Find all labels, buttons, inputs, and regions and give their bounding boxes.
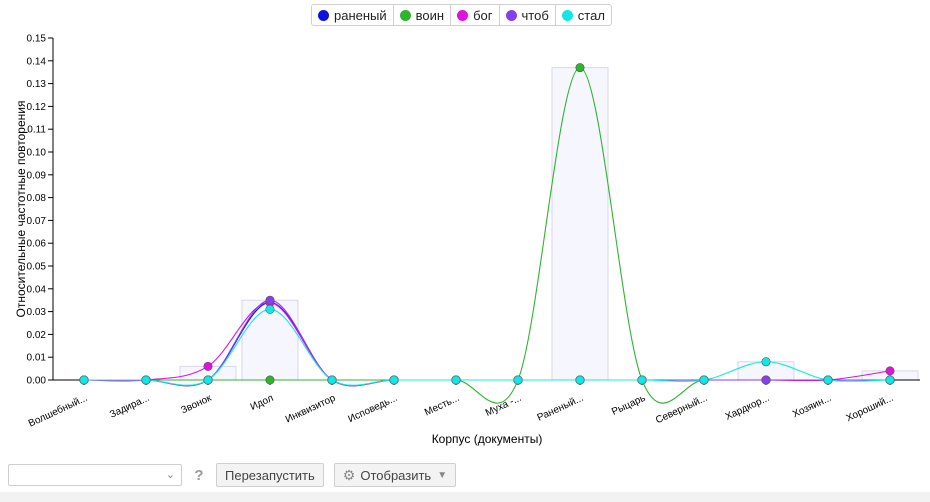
series-line [83,67,890,404]
category-bar [551,67,609,381]
y-tick-label: 0.06 [27,239,47,250]
x-axis-label: Корпус (документы) [432,432,543,446]
x-tick-label: Рыцарь [610,393,647,418]
y-tick-label: 0.12 [27,102,47,113]
data-point [451,375,461,385]
y-axis-label: Относительные частотные повторения [14,101,28,318]
data-point [761,375,771,385]
help-icon[interactable]: ? [192,467,206,484]
x-tick-label: Хороший... [845,393,896,424]
chevron-down-icon: ▼ [437,469,448,481]
y-tick-label: 0.00 [27,376,47,387]
footer-strip [0,492,930,502]
x-tick-label: Инквизитор [284,393,338,426]
data-point [575,63,585,73]
y-tick-label: 0.11 [27,125,46,136]
x-tick-label: Раненый... [536,393,586,424]
data-point [203,361,213,371]
data-point [389,375,399,385]
data-point [513,375,523,385]
y-tick-label: 0.09 [27,170,47,181]
data-point [637,375,647,385]
data-point [265,295,275,305]
corpus-select[interactable]: ⌄ [8,464,182,486]
y-tick-label: 0.15 [27,34,47,45]
chevron-down-icon: ⌄ [165,469,175,481]
data-point [79,375,89,385]
x-tick-label: Задира... [108,393,151,421]
toolbar: ⌄ ? Перезапустить ⚙ Отобразить ▼ [8,462,457,488]
y-tick-label: 0.05 [27,262,47,273]
restart-button[interactable]: Перезапустить [216,463,324,487]
data-point [265,304,275,314]
display-button[interactable]: ⚙ Отобразить ▼ [333,463,457,487]
data-point [575,375,585,385]
y-tick-label: 0.08 [27,193,47,204]
y-tick-label: 0.10 [27,148,47,159]
x-tick-label: Северный... [654,393,709,427]
y-tick-label: 0.03 [27,307,47,318]
y-tick-label: 0.02 [27,330,47,341]
data-point [885,375,895,385]
x-tick-label: Муха -... [484,393,523,419]
x-tick-label: Хозяин... [791,393,833,420]
x-tick-label: Идол [249,393,276,413]
y-tick-label: 0.14 [27,56,47,67]
y-tick-label: 0.04 [27,284,47,295]
data-point [141,375,151,385]
x-tick-label: Волшебный... [26,392,89,430]
data-point [203,375,213,385]
data-point [823,375,833,385]
data-point [761,357,771,367]
x-tick-label: Месть... [423,393,461,419]
x-tick-label: Хардкор... [724,393,772,423]
data-point [265,375,275,385]
gear-icon: ⚙ [342,466,356,483]
x-tick-label: Звонок [179,392,213,416]
line-chart: 0.00 0.01 0.02 0.03 0.04 0.05 0.06 0.07 0.08 0.09… [14,34,920,446]
y-tick-label: 0.07 [27,216,47,227]
data-point [885,366,895,376]
restart-label: Перезапустить [225,467,315,483]
data-point [327,375,337,385]
y-tick-label: 0.01 [27,353,47,364]
y-tick-label: 0.13 [27,79,47,90]
x-tick-label: Исповедь... [346,393,399,425]
display-label: Отобразить [360,467,432,483]
data-point [699,375,709,385]
